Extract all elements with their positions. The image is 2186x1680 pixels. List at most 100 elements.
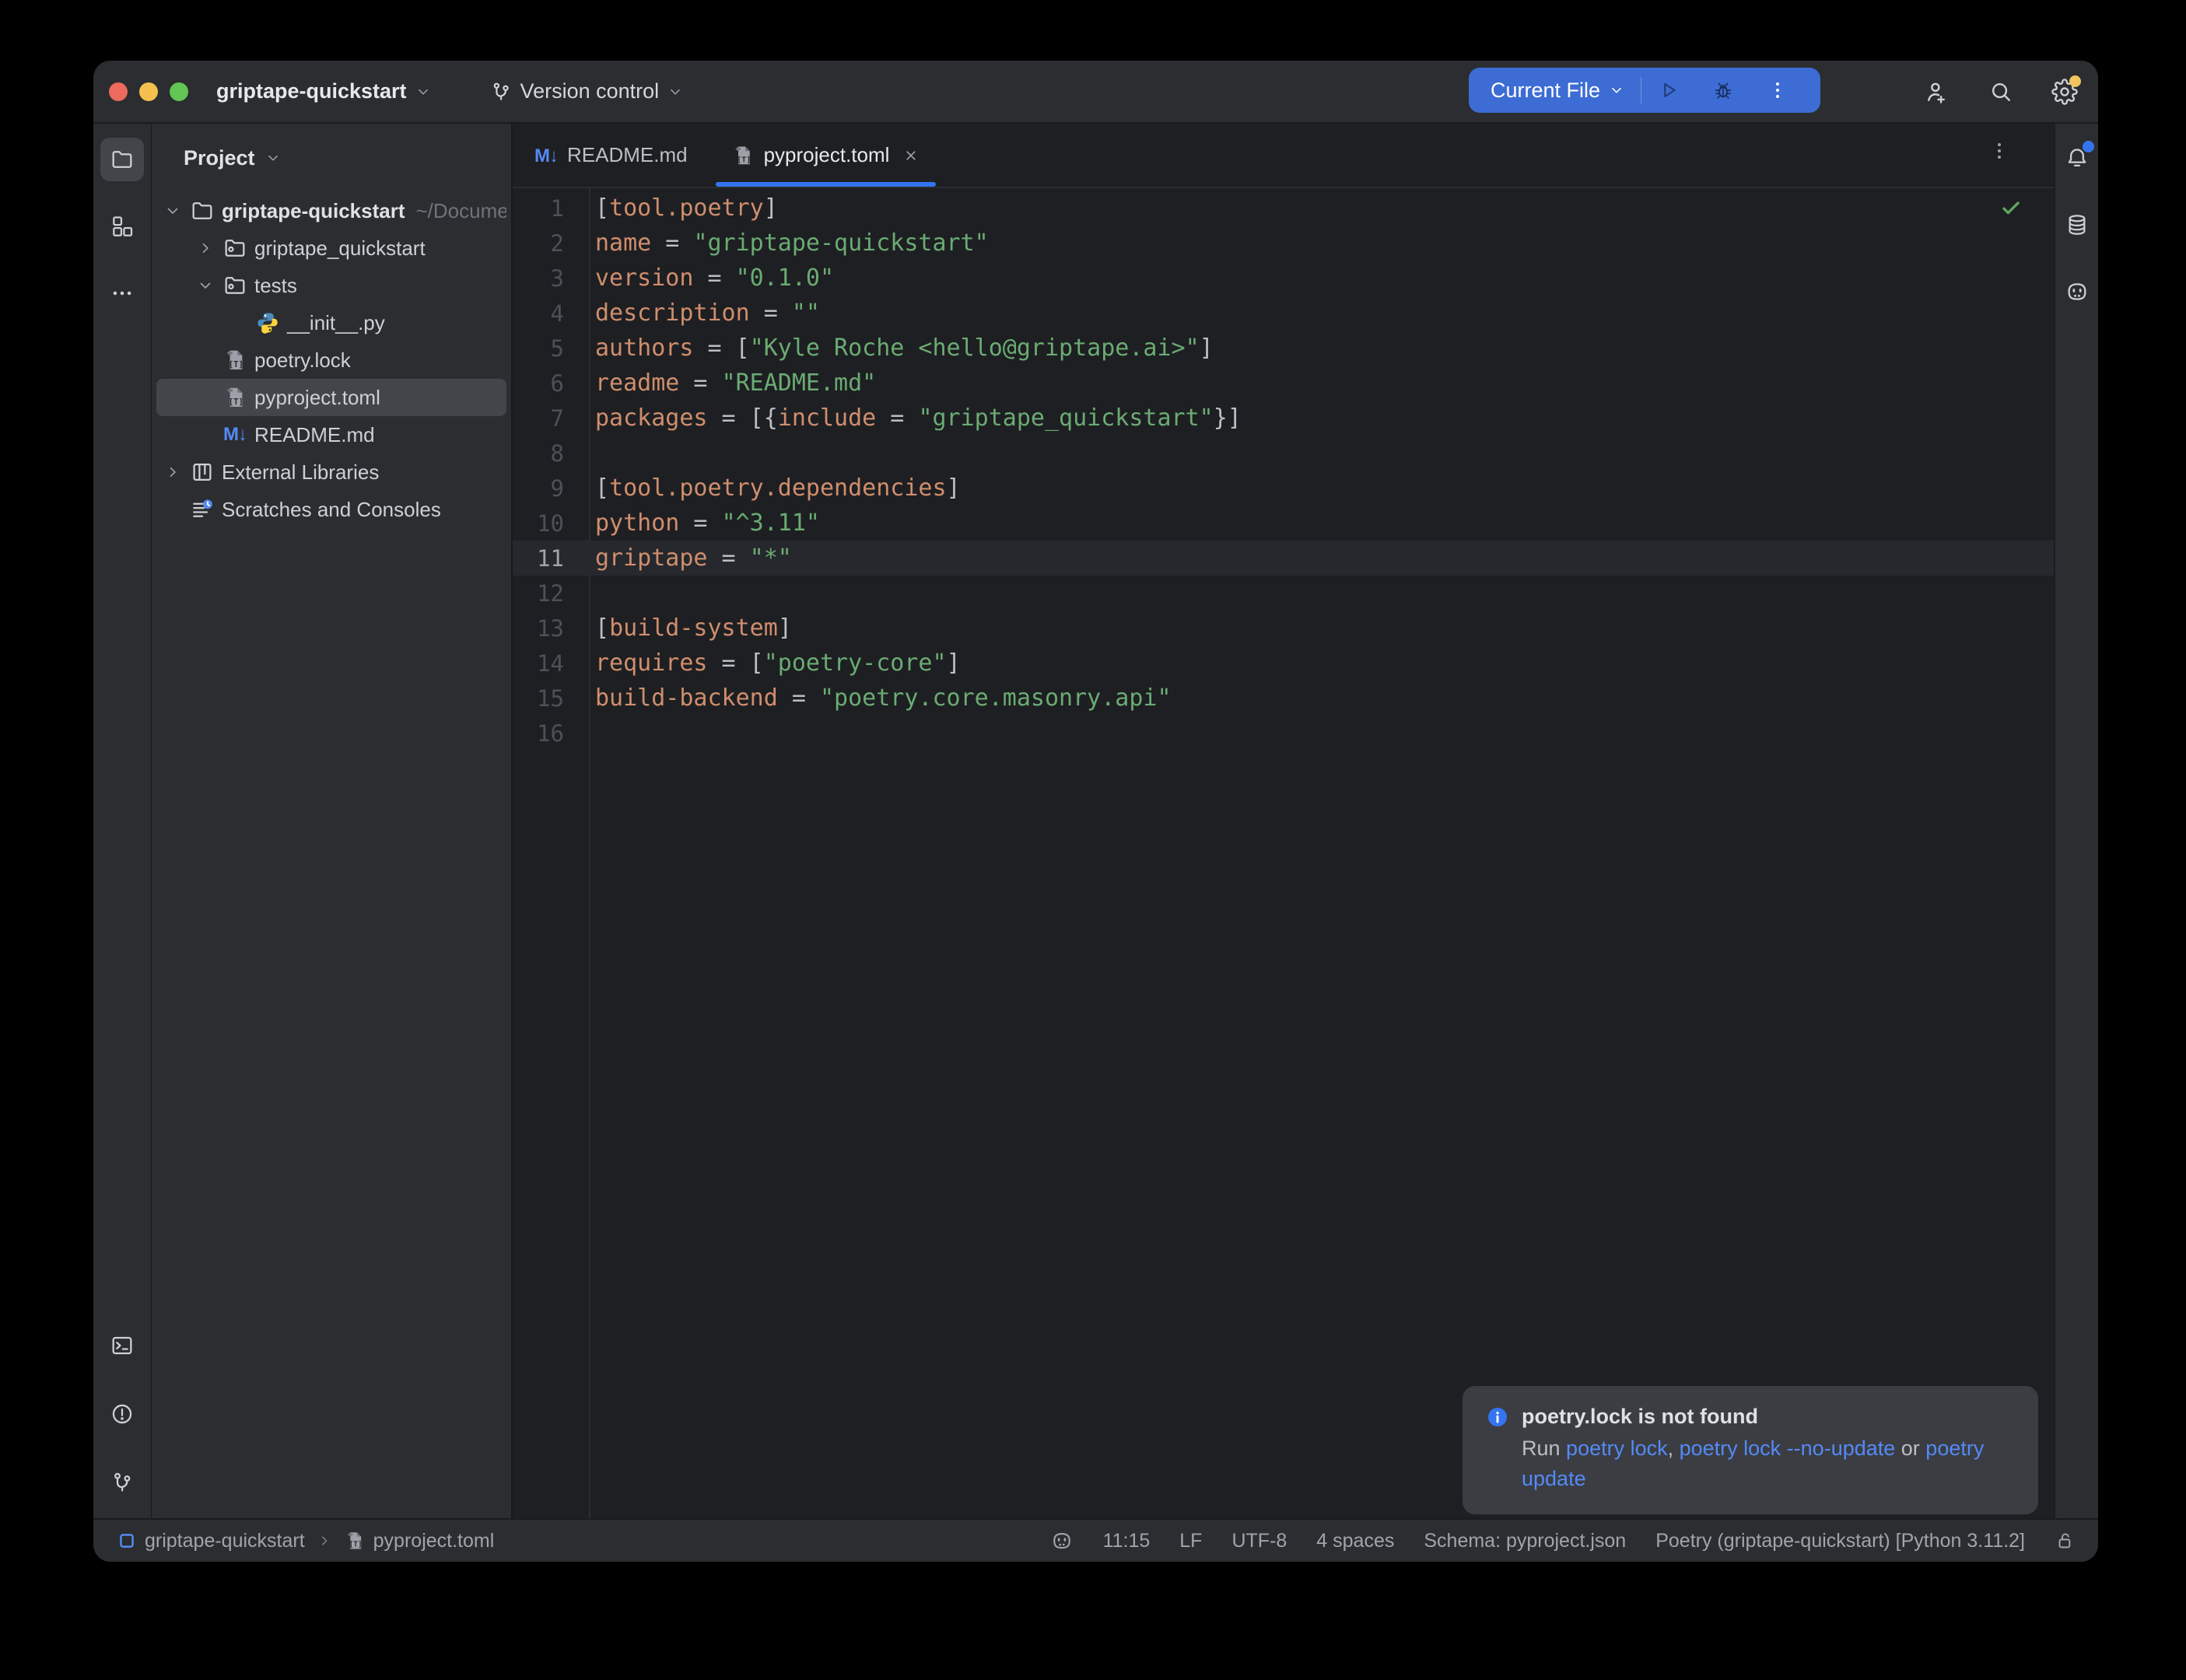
ai-assistant-status-icon[interactable]	[1050, 1529, 1074, 1552]
code-line-5[interactable]: 5authors = ["Kyle Roche <hello@griptape.…	[513, 331, 2054, 366]
ai-assistant-tool-button[interactable]	[2055, 270, 2099, 313]
svg-text:[T]: [T]	[737, 156, 751, 164]
tree-item-external-libraries[interactable]: External Libraries	[156, 453, 506, 491]
code-line-16[interactable]: 16	[513, 716, 2054, 751]
line-number: 1	[513, 195, 564, 222]
run-configuration-selector[interactable]: Current File	[1469, 79, 1641, 103]
project-selector[interactable]: griptape-quickstart	[216, 79, 432, 103]
structure-tool-button[interactable]	[100, 205, 144, 248]
run-button[interactable]	[1641, 68, 1696, 113]
notification-link-poetry-lock[interactable]: poetry lock	[1566, 1437, 1668, 1460]
close-tab-icon[interactable]	[902, 146, 920, 165]
status-widget-lf[interactable]: LF	[1179, 1530, 1202, 1552]
problems-tool-button[interactable]	[100, 1392, 144, 1436]
python-icon	[254, 310, 281, 335]
chevron-down-icon	[667, 83, 684, 100]
status-widget-poetry-griptape-quickstart-python-3-11-2-[interactable]: Poetry (griptape-quickstart) [Python 3.1…	[1655, 1530, 2025, 1552]
tree-item-scratches-and-consoles[interactable]: Scratches and Consoles	[156, 491, 506, 528]
status-widget-11[interactable]: 11:15	[1103, 1530, 1151, 1552]
code-line-12[interactable]: 12	[513, 576, 2054, 611]
debug-button[interactable]	[1696, 68, 1750, 113]
tree-item-tests[interactable]: tests	[156, 267, 506, 304]
markdown-icon: M↓	[222, 424, 248, 446]
tab-options-kebab-icon[interactable]	[1988, 139, 2011, 163]
code-line-7[interactable]: 7packages = [{include = "griptape_quicks…	[513, 401, 2054, 436]
left-tool-strip	[93, 124, 152, 1518]
code-line-1[interactable]: 1 [tool.poetry]	[513, 191, 2054, 226]
folder-icon	[189, 198, 215, 223]
code-line-2[interactable]: 2name = "griptape-quickstart"	[513, 226, 2054, 261]
scratches-icon	[189, 497, 215, 522]
breadcrumb-pyproject-toml[interactable]: [T]pyproject.toml	[344, 1530, 495, 1552]
project-tree: griptape-quickstart ~/Docume griptape_quic…	[152, 192, 511, 528]
more-run-options-button[interactable]	[1750, 68, 1805, 113]
code-editor[interactable]: 1 [tool.poetry] 2name = "griptape-quicksta…	[513, 188, 2054, 1518]
code-line-6[interactable]: 6readme = "README.md"	[513, 366, 2054, 401]
line-number: 15	[513, 685, 564, 712]
project-panel-header[interactable]: Project	[152, 124, 511, 192]
branch-icon	[489, 80, 513, 103]
code-line-4[interactable]: 4description = ""	[513, 296, 2054, 331]
version-control-tool-button[interactable]	[100, 1461, 144, 1504]
chevron-right-icon[interactable]	[192, 239, 219, 257]
code-line-14[interactable]: 14requires = ["poetry-core"]	[513, 646, 2054, 681]
code-line-15[interactable]: 15build-backend = "poetry.core.masonry.a…	[513, 681, 2054, 716]
code-line-9[interactable]: 9[tool.poetry.dependencies]	[513, 471, 2054, 506]
code-line-13[interactable]: 13 [build-system]	[513, 611, 2054, 646]
markdown-icon: M↓	[534, 143, 558, 167]
breadcrumb-label: pyproject.toml	[373, 1530, 495, 1552]
line-number: 11	[513, 545, 564, 572]
tab-pyproject-toml[interactable]: [T]pyproject.toml	[709, 124, 943, 187]
line-number: 10	[513, 510, 564, 537]
status-widget-schema[interactable]: Schema: pyproject.json	[1424, 1530, 1626, 1552]
settings-gear-icon[interactable]	[2051, 79, 2078, 105]
breadcrumb-label: griptape-quickstart	[145, 1530, 305, 1552]
code-line-10[interactable]: 10python = "^3.11"	[513, 506, 2054, 541]
code-text: [tool.poetry]	[589, 194, 778, 222]
code-line-11[interactable]: 11griptape = "*"	[513, 541, 2054, 576]
code-line-3[interactable]: 3version = "0.1.0"	[513, 261, 2054, 296]
tree-item-griptape-quickstart[interactable]: griptape_quickstart	[156, 229, 506, 267]
status-widgets: 11:15 LF UTF-8 4 spaces Schema: pyproject.js…	[1050, 1529, 2076, 1552]
status-widget-4-spaces[interactable]: 4 spaces	[1316, 1530, 1394, 1552]
vcs-widget[interactable]: Version control	[489, 79, 685, 103]
unlocked-padlock-icon[interactable]	[2055, 1530, 2076, 1552]
inspection-ok-check-icon[interactable]	[1999, 196, 2023, 219]
breadcrumb-griptape-quickstart[interactable]: griptape-quickstart	[117, 1530, 305, 1552]
line-number: 9	[513, 475, 564, 502]
zoom-window-button[interactable]	[170, 82, 188, 101]
minimize-window-button[interactable]	[139, 82, 158, 101]
editor-tab-bar: M↓README.md[T]pyproject.toml	[513, 124, 2054, 188]
notification-text: Run	[1522, 1437, 1566, 1460]
title-bar: griptape-quickstart Version control Curr…	[93, 61, 2098, 124]
tree-item-poetry-lock[interactable]: [T]poetry.lock	[156, 341, 506, 379]
tree-item-pyproject-toml[interactable]: [T]pyproject.toml	[156, 379, 506, 416]
chevron-right-icon[interactable]	[159, 463, 186, 481]
tree-item-label: __init__.py	[287, 311, 385, 335]
status-widget-utf-8[interactable]: UTF-8	[1231, 1530, 1287, 1552]
project-tool-button[interactable]	[100, 138, 144, 181]
close-window-button[interactable]	[109, 82, 128, 101]
add-user-icon[interactable]	[1924, 79, 1950, 105]
chevron-down-icon[interactable]	[159, 201, 186, 220]
more-tools-button[interactable]	[100, 271, 144, 315]
line-number: 13	[513, 615, 564, 642]
tab-readme-md[interactable]: M↓README.md	[513, 124, 709, 187]
chevron-down-icon[interactable]	[192, 276, 219, 295]
tree-item-label: griptape-quickstart	[222, 199, 405, 223]
code-text: [build-system]	[589, 614, 792, 642]
ide-window: griptape-quickstart Version control Curr…	[93, 61, 2098, 1562]
search-everywhere-icon[interactable]	[1988, 79, 2014, 105]
code-text: version = "0.1.0"	[589, 264, 834, 292]
terminal-tool-button[interactable]	[100, 1324, 144, 1367]
notification-link-poetry-lock-no-update[interactable]: poetry lock --no-update	[1680, 1437, 1896, 1460]
tree-item-label: Scratches and Consoles	[222, 498, 441, 522]
tree-item-path: ~/Docume	[416, 199, 507, 223]
database-tool-button[interactable]	[2055, 203, 2099, 247]
notifications-bell-button[interactable]	[2055, 136, 2099, 180]
code-line-8[interactable]: 8	[513, 436, 2054, 471]
tree-item-griptape-quickstart[interactable]: griptape-quickstart ~/Docume	[156, 192, 506, 229]
tree-item-readme-md[interactable]: M↓README.md	[156, 416, 506, 453]
tree-item--init-py[interactable]: __init__.py	[156, 304, 506, 341]
code-text: readme = "README.md"	[589, 369, 876, 397]
